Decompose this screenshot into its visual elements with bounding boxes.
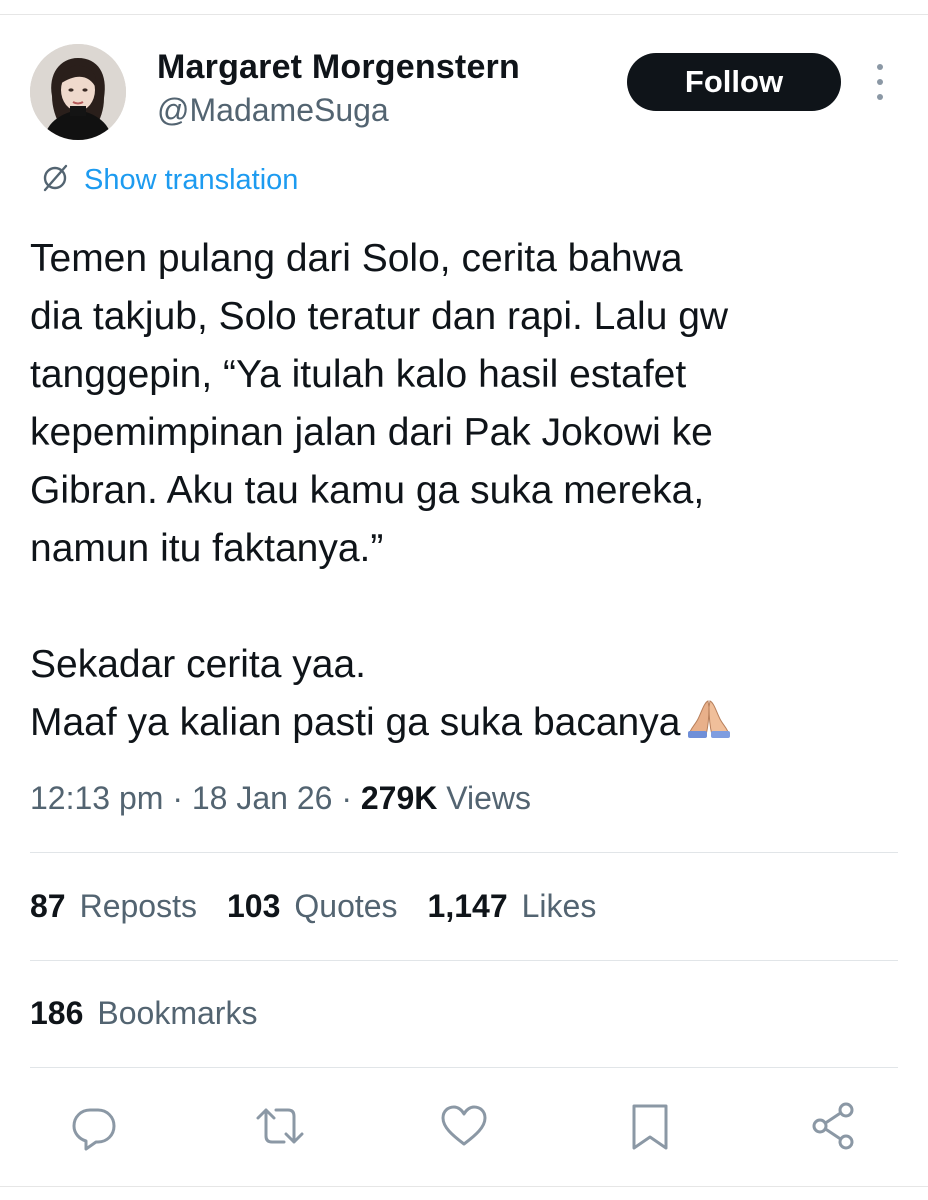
likes-count: 1,147: [427, 888, 508, 924]
reply-icon[interactable]: [68, 1100, 120, 1152]
username-handle[interactable]: @MadameSuga: [157, 92, 389, 129]
tweet-date[interactable]: 18 Jan 26: [192, 780, 333, 816]
bookmarks-stat[interactable]: 186 Bookmarks: [30, 995, 257, 1032]
bottom-divider: [0, 1186, 928, 1187]
quotes-count: 103: [226, 888, 281, 924]
meta-separator: ·: [341, 780, 352, 816]
tweet-time[interactable]: 12:13 pm: [30, 780, 163, 816]
likes-label: Likes: [521, 888, 597, 924]
tweet-line: dia takjub, Solo teratur dan rapi. Lalu …: [30, 295, 729, 338]
display-name[interactable]: Margaret Morgenstern: [157, 48, 520, 87]
tweet-line: Temen pulang dari Solo, cerita bahwa: [30, 237, 683, 280]
tweet-actions-bar: [0, 1100, 928, 1156]
translate-icon: [40, 163, 70, 198]
show-translation-label: Show translation: [84, 164, 299, 196]
views-label: Views: [446, 780, 532, 816]
avatar[interactable]: [30, 44, 126, 140]
bookmark-icon[interactable]: [624, 1100, 676, 1152]
share-icon[interactable]: [808, 1100, 860, 1152]
reposts-stat[interactable]: 87 Reposts: [30, 888, 197, 925]
likes-stat[interactable]: 1,147 Likes: [428, 888, 597, 925]
tweet-detail: Margaret Morgenstern @MadameSuga Follow …: [0, 0, 928, 1200]
divider: [30, 852, 898, 853]
bookmarks-label: Bookmarks: [97, 995, 258, 1031]
engagement-stats: 87 Reposts 103 Quotes 1,147 Likes: [30, 888, 626, 925]
top-divider: [0, 14, 928, 15]
divider: [30, 1067, 898, 1068]
tweet-line: tanggepin, “Ya itulah kalo hasil estafet: [30, 353, 687, 396]
tweet-meta: 12:13 pm · 18 Jan 26 · 279K Views: [30, 780, 531, 817]
quotes-stat[interactable]: 103 Quotes: [227, 888, 398, 925]
follow-button[interactable]: Follow: [627, 53, 841, 111]
like-icon[interactable]: [438, 1100, 490, 1152]
tweet-text: Temen pulang dari Solo, cerita bahwa dia…: [30, 230, 910, 752]
reposts-count: 87: [30, 888, 66, 924]
tweet-line: Gibran. Aku tau kamu ga suka mereka,: [30, 469, 705, 512]
tweet-line: Sekadar cerita yaa.: [30, 643, 367, 686]
views-count: 279K: [360, 780, 438, 816]
paragraph-break: [30, 578, 910, 636]
tweet-line-with-emoji: Maaf ya kalian pasti ga suka bacanya: [30, 694, 910, 752]
repost-icon[interactable]: [254, 1100, 306, 1152]
reposts-label: Reposts: [79, 888, 197, 924]
divider: [30, 960, 898, 961]
show-translation-link[interactable]: Show translation: [40, 163, 298, 198]
folded-hands-emoji: [686, 697, 732, 756]
tweet-line: Maaf ya kalian pasti ga suka bacanya: [30, 701, 681, 744]
tweet-line: namun itu faktanya.”: [30, 527, 384, 570]
more-options-icon[interactable]: [866, 64, 894, 100]
tweet-line: kepemimpinan jalan dari Pak Jokowi ke: [30, 411, 713, 454]
meta-separator: ·: [172, 780, 183, 816]
quotes-label: Quotes: [294, 888, 398, 924]
bookmarks-count: 186: [30, 995, 84, 1031]
